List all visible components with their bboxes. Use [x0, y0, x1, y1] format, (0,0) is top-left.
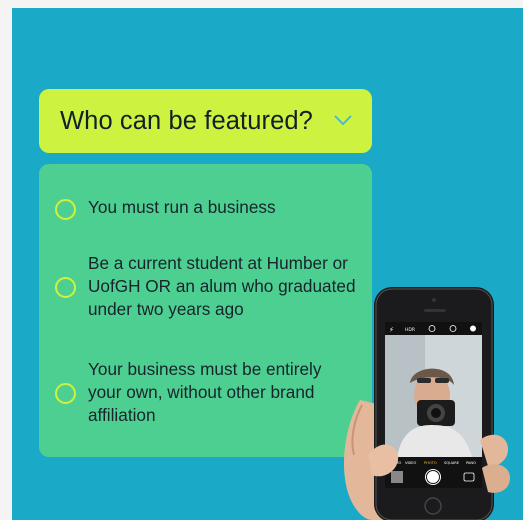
featured-dropdown-header[interactable]: Who can be featured? — [39, 89, 372, 153]
chevron-down-icon — [334, 115, 352, 126]
criteria-text: Your business must be entirely your own,… — [88, 359, 322, 425]
camera-mode-photo: PHOTO — [424, 461, 437, 465]
phone-photo: ⚡ HDR SLO-MO VIDEO PHOTO SQUARE PANO — [332, 280, 523, 520]
camera-mode-pano: PANO — [466, 461, 476, 465]
svg-text:⚡: ⚡ — [389, 326, 394, 334]
hdr-label: HDR — [405, 327, 415, 333]
criteria-text: Be a current student at Humber or UofGH … — [88, 253, 356, 319]
criteria-text: You must run a business — [88, 197, 276, 217]
radio-ring-icon — [55, 277, 76, 298]
header-title: Who can be featured? — [60, 106, 313, 135]
camera-mode-video: VIDEO — [405, 461, 417, 465]
camera-mode-square: SQUARE — [444, 461, 460, 465]
hand-holding-phone-image: ⚡ HDR SLO-MO VIDEO PHOTO SQUARE PANO — [343, 287, 510, 520]
radio-ring-icon — [55, 383, 76, 404]
feature-card: Who can be featured? You must run a busi… — [12, 8, 523, 520]
criteria-panel: You must run a business Be a current stu… — [39, 164, 372, 457]
radio-ring-icon — [55, 199, 76, 220]
